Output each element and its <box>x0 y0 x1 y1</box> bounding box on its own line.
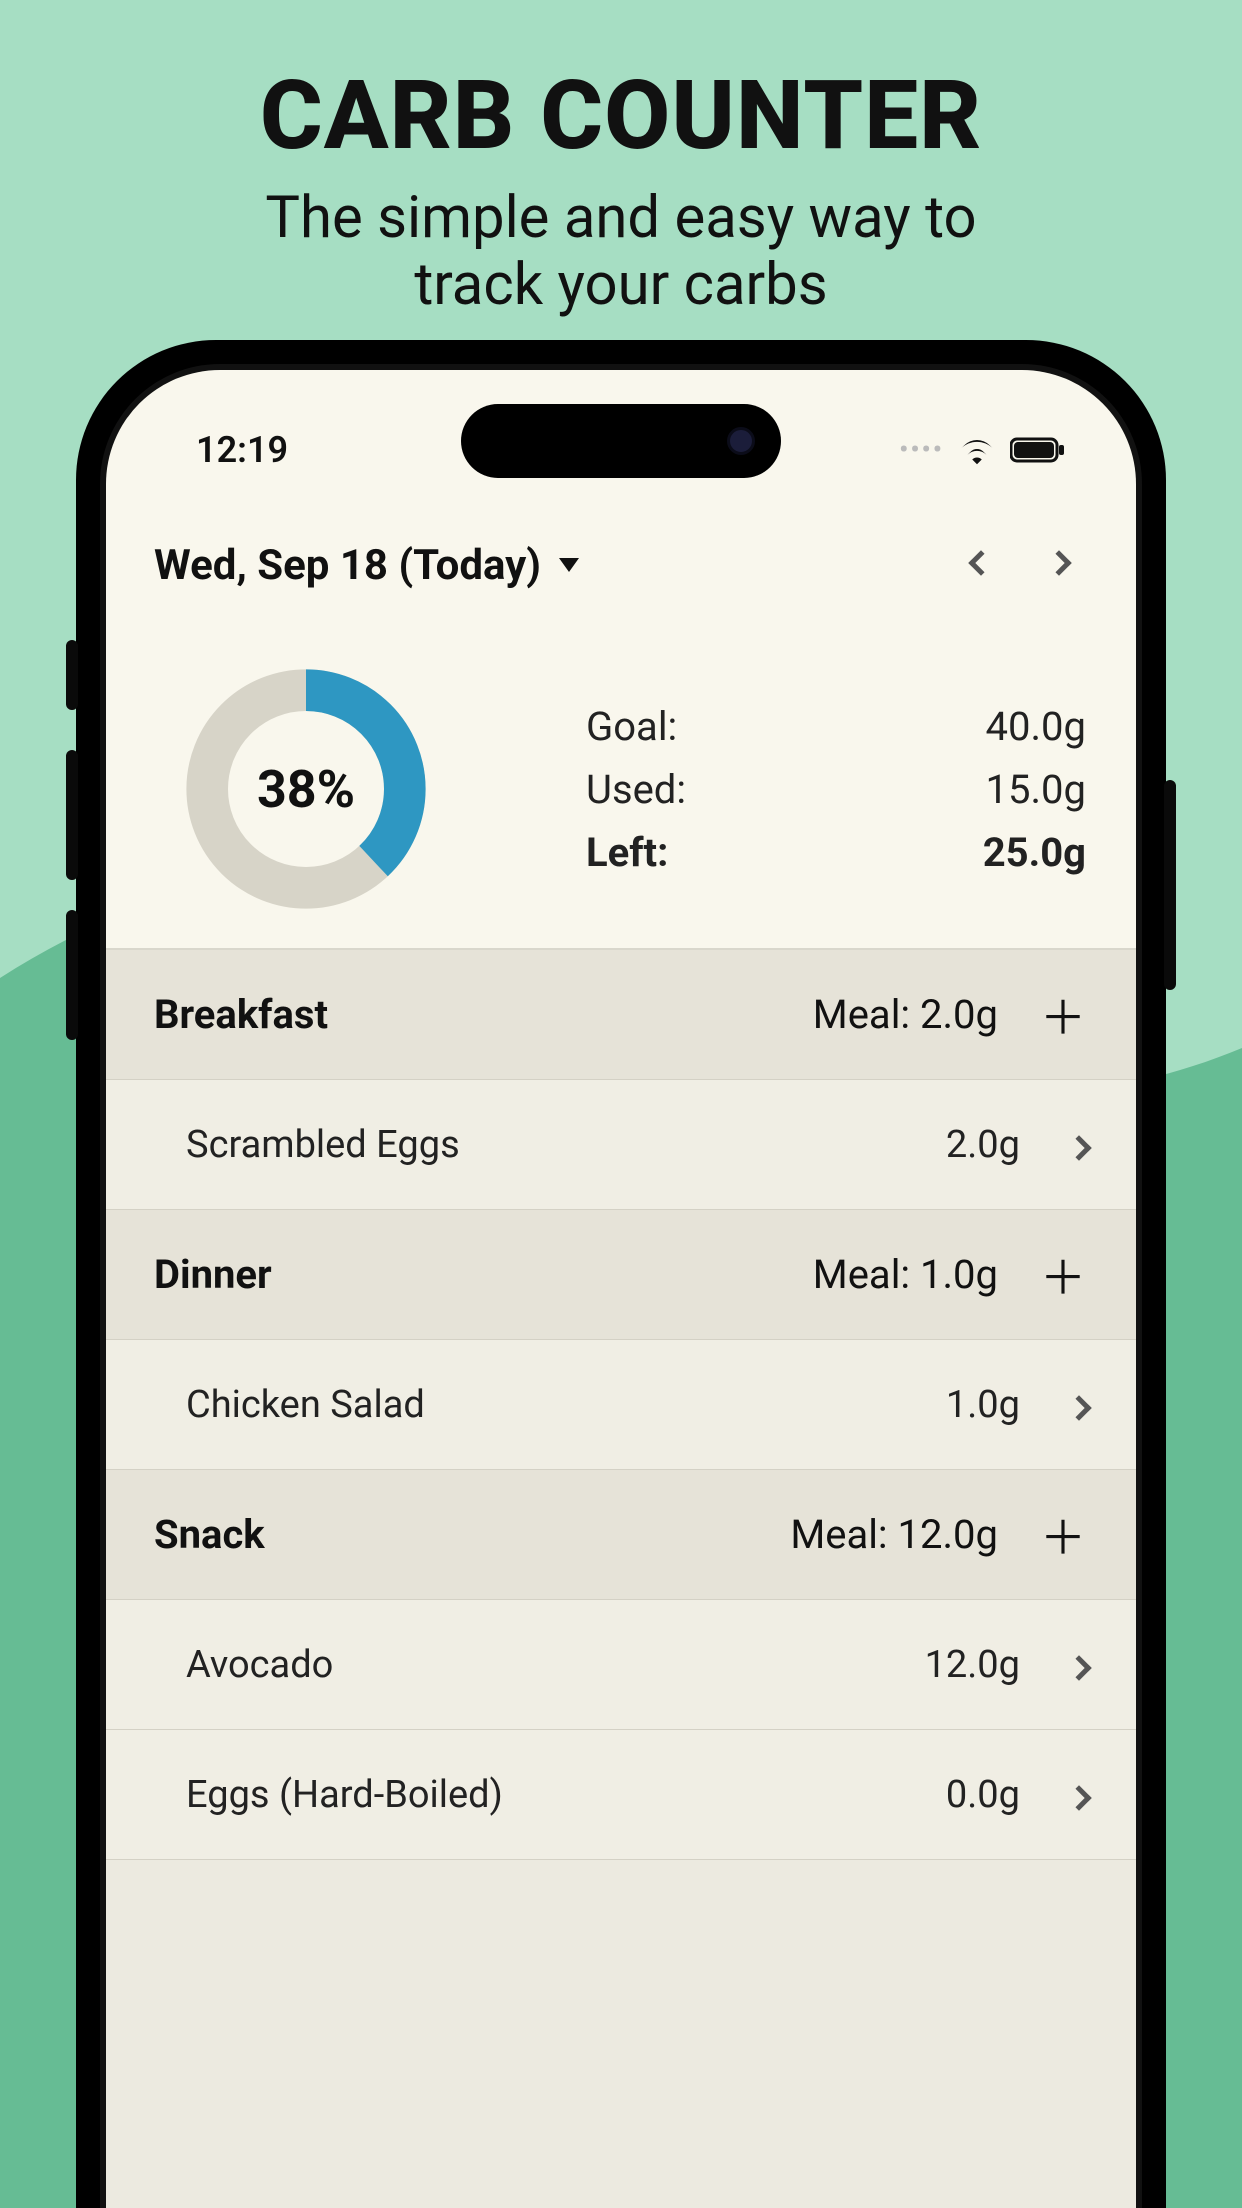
used-label: Used: <box>586 766 686 813</box>
meal-name: Dinner <box>154 1251 272 1298</box>
caret-down-icon <box>559 558 579 572</box>
status-time: 12:19 <box>196 429 288 471</box>
food-row[interactable]: Chicken Salad 1.0g <box>106 1340 1136 1470</box>
food-row[interactable]: Scrambled Eggs 2.0g <box>106 1080 1136 1210</box>
app-screen: 12:19 •••• Wed, Sep 18 (Today) <box>106 370 1136 2208</box>
food-name: Chicken Salad <box>186 1383 425 1427</box>
summary-panel: 38% Goal: 40.0g Used: 15.0g Left: <box>106 630 1136 950</box>
current-date-label: Wed, Sep 18 (Today) <box>154 541 541 590</box>
food-value: 12.0g <box>925 1643 1020 1687</box>
front-camera <box>727 427 755 455</box>
add-food-button[interactable]: ＋ <box>1038 982 1088 1048</box>
add-food-button[interactable]: ＋ <box>1038 1502 1088 1568</box>
phone-frame: 12:19 •••• Wed, Sep 18 (Today) <box>76 340 1166 2208</box>
meals-list: Breakfast Meal: 2.0g ＋ Scrambled Eggs 2.0g Di… <box>106 950 1136 2208</box>
meal-total: Meal: 1.0g <box>813 1251 998 1298</box>
progress-donut: 38% <box>176 659 436 919</box>
goal-label: Goal: <box>586 703 677 750</box>
food-name: Scrambled Eggs <box>186 1123 460 1167</box>
add-food-button[interactable]: ＋ <box>1038 1242 1088 1308</box>
left-value: 25.0g <box>983 829 1086 876</box>
chevron-right-icon <box>1070 1773 1088 1817</box>
chevron-right-icon <box>1070 1123 1088 1167</box>
date-picker[interactable]: Wed, Sep 18 (Today) <box>154 541 579 590</box>
meal-header: Breakfast Meal: 2.0g ＋ <box>106 950 1136 1080</box>
food-value: 0.0g <box>946 1773 1020 1817</box>
meal-total: Meal: 12.0g <box>790 1511 998 1558</box>
food-value: 1.0g <box>946 1383 1020 1427</box>
food-row[interactable]: Eggs (Hard-Boiled) 0.0g <box>106 1730 1136 1860</box>
battery-icon <box>1010 436 1066 464</box>
meal-total: Meal: 2.0g <box>813 991 998 1038</box>
meal-name: Breakfast <box>154 991 328 1038</box>
meal-header: Snack Meal: 12.0g ＋ <box>106 1470 1136 1600</box>
food-row[interactable]: Avocado 12.0g <box>106 1600 1136 1730</box>
meal-name: Snack <box>154 1511 265 1558</box>
meal-header: Dinner Meal: 1.0g ＋ <box>106 1210 1136 1340</box>
food-value: 2.0g <box>946 1123 1020 1167</box>
cellular-dots-icon: •••• <box>899 435 944 465</box>
used-value: 15.0g <box>986 766 1086 813</box>
promo-subtitle: The simple and easy way to track your ca… <box>0 185 1242 318</box>
food-name: Avocado <box>186 1643 333 1687</box>
next-day-button[interactable] <box>1050 554 1068 576</box>
left-label: Left: <box>586 829 668 876</box>
chevron-right-icon <box>1070 1383 1088 1427</box>
progress-percent-label: 38% <box>176 659 436 919</box>
promo-title: CARB COUNTER <box>0 60 1242 172</box>
goal-value: 40.0g <box>986 703 1086 750</box>
wifi-icon <box>958 435 996 465</box>
prev-day-button[interactable] <box>972 554 990 576</box>
food-name: Eggs (Hard-Boiled) <box>186 1773 503 1817</box>
chevron-right-icon <box>1070 1643 1088 1687</box>
dynamic-island <box>461 404 781 478</box>
